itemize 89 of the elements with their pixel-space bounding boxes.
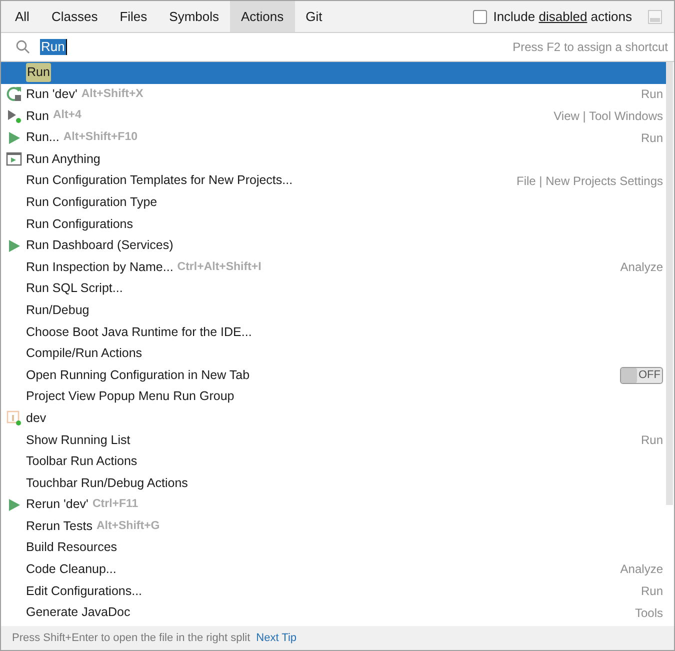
action-item[interactable]: Edit Configurations... Run	[1, 580, 666, 602]
shortcut-text: Alt+Shift+G	[96, 518, 160, 534]
action-item[interactable]: Show Running List Run	[1, 429, 666, 451]
action-name: dev	[26, 410, 46, 427]
action-name: Run Anything	[26, 150, 100, 168]
checkbox[interactable]	[473, 10, 488, 24]
action-item[interactable]: Run Alt+4 View | Tool Windows	[1, 105, 666, 127]
rerun-icon	[6, 86, 22, 102]
action-item[interactable]: Rerun 'dev' Ctrl+F11	[1, 494, 666, 516]
action-item[interactable]: dev	[1, 408, 666, 430]
action-name: Run Inspection by Name...	[26, 258, 174, 276]
action-name: Code Cleanup...	[26, 561, 116, 578]
action-name: Rerun 'dev'	[26, 496, 88, 514]
shortcut-hint: Press F2 to assign a shortcut	[512, 39, 668, 56]
group-path: Run	[640, 583, 663, 600]
action-name: Toolbar Run Actions	[26, 453, 138, 470]
action-item[interactable]: Run 'dev' Alt+Shift+X Run	[1, 84, 666, 106]
action-name: Run Configurations	[26, 216, 134, 233]
group-path: Run	[640, 432, 663, 449]
tab[interactable]: Git	[294, 1, 334, 32]
next-tip-link[interactable]: Next Tip	[256, 630, 297, 646]
action-item[interactable]: Toolbar Run Actions	[1, 450, 666, 472]
action-name: Build Resources	[26, 539, 118, 556]
group-path: Analyze	[620, 259, 663, 276]
action-name: Run Configuration Type	[26, 194, 158, 211]
action-name: Show Running List	[26, 432, 130, 449]
tab[interactable]: Files	[108, 1, 158, 32]
shortcut-text: Ctrl+Alt+Shift+I	[177, 260, 262, 275]
action-item[interactable]: Run SQL Script...	[1, 278, 666, 300]
action-item[interactable]: Run/Debug	[1, 300, 666, 322]
action-name: Rerun Tests	[26, 518, 92, 535]
action-name: Run	[26, 63, 51, 82]
action-name: Run 'dev'	[26, 86, 78, 104]
action-item[interactable]: Touchbar Run/Debug Actions	[1, 472, 666, 494]
search-icon	[16, 40, 30, 54]
action-item[interactable]: Run Configuration Templates for New Projects... File | New Projects Settings	[1, 170, 666, 192]
action-name: Run SQL Script...	[26, 280, 123, 298]
window-play-icon	[6, 151, 22, 168]
tab[interactable]: All	[4, 1, 40, 32]
scrollbar[interactable]	[666, 62, 673, 505]
action-item[interactable]: Run Configuration Type	[1, 192, 666, 214]
group-path: View | Tool Windows	[554, 108, 663, 125]
action-name: Edit Configurations...	[26, 582, 142, 600]
action-item[interactable]: Code Cleanup... Analyze	[1, 558, 666, 580]
shortcut-text: Alt+Shift+F10	[63, 130, 138, 145]
group-path: Run	[640, 86, 663, 104]
group-path: Analyze	[620, 561, 663, 578]
tip-text: Press Shift+Enter to open the file in the right split	[12, 630, 250, 646]
play-icon	[6, 130, 22, 146]
toggle-switch[interactable]: OFF	[620, 366, 663, 384]
action-name: Project View Popup Menu Run Group	[26, 388, 234, 406]
action-name: Generate JavaDoc	[26, 604, 130, 622]
shortcut-text: Alt+4	[52, 108, 82, 124]
group-path: File | New Projects Settings	[516, 172, 663, 190]
action-item[interactable]: Run Anything	[1, 148, 666, 170]
action-item[interactable]: Run Configurations	[1, 213, 666, 235]
action-item[interactable]: Run Dashboard (Services)	[1, 234, 666, 256]
group-path: Run	[640, 130, 663, 147]
action-name: Run/Debug	[26, 302, 90, 319]
action-item[interactable]: Compile/Run Actions	[1, 342, 666, 364]
action-item[interactable]: Open Running Configuration in New Tab OFF	[1, 364, 666, 386]
pin-icon[interactable]	[648, 10, 662, 24]
action-name: Run Dashboard (Services)	[26, 237, 174, 254]
action-item[interactable]: Build Resources	[1, 537, 666, 559]
action-name: Run...	[26, 129, 60, 146]
action-item[interactable]: Choose Boot Java Runtime for the IDE...	[1, 321, 666, 343]
search-field[interactable]: Run	[40, 39, 513, 55]
play-dot-icon	[6, 108, 22, 124]
action-name: Choose Boot Java Runtime for the IDE...	[26, 324, 252, 341]
action-item[interactable]: Rerun Tests Alt+Shift+G	[1, 515, 666, 538]
tab[interactable]: Classes	[40, 1, 109, 32]
group-path: Tools	[634, 604, 663, 622]
action-item[interactable]: Run Inspection by Name... Ctrl+Alt+Shift+I Analyze	[1, 256, 666, 278]
action-name: Compile/Run Actions	[26, 345, 142, 362]
action-name: Run Configuration Templates for New Projects...	[26, 172, 293, 190]
action-item[interactable]: Run	[1, 62, 666, 84]
tab[interactable]: Actions	[230, 1, 295, 32]
action-name: Touchbar Run/Debug Actions	[26, 474, 188, 492]
play-icon	[6, 496, 22, 513]
action-name: Run	[26, 108, 49, 125]
tab[interactable]: Symbols	[158, 1, 230, 32]
action-item[interactable]: Project View Popup Menu Run Group	[1, 386, 666, 408]
action-item[interactable]: Run... Alt+Shift+F10 Run	[1, 126, 666, 148]
play-icon	[6, 238, 22, 254]
action-name: Open Running Configuration in New Tab	[26, 366, 250, 384]
shortcut-text: Ctrl+F11	[92, 497, 138, 512]
action-item[interactable]: Generate JavaDoc Tools	[1, 602, 666, 624]
shortcut-text: Alt+Shift+X	[81, 86, 144, 102]
checkbox-label: Include disabled actions	[493, 8, 632, 26]
